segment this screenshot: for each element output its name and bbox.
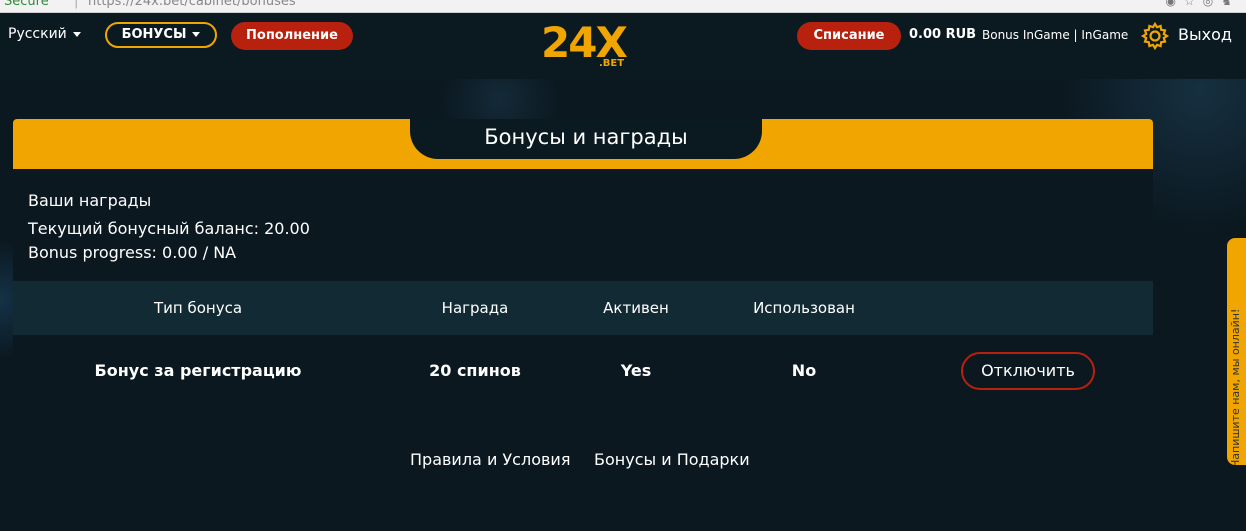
- disable-bonus-button[interactable]: Отключить: [961, 352, 1095, 390]
- gifts-link[interactable]: Бонусы и Подарки: [594, 450, 750, 469]
- column-header-type: Тип бонуса: [153, 299, 243, 317]
- cell-reward: 20 спинов: [429, 361, 521, 380]
- chevron-down-icon: [192, 32, 201, 37]
- ingame-balance-link[interactable]: Bonus InGame | InGame: [982, 28, 1128, 42]
- chat-side-tab-label: Напишите нам, мы онлайн!: [1229, 308, 1242, 465]
- url-text[interactable]: https://24x.bet/cabinet/bonuses: [88, 0, 296, 9]
- bonus-progress-text: Bonus progress: 0.00 / NA: [28, 243, 237, 262]
- logout-link[interactable]: Выход: [1178, 25, 1232, 44]
- page-title: Бонусы и награды: [484, 125, 688, 149]
- browser-address-bar: Secure | https://24x.bet/cabinet/bonuses…: [0, 0, 1246, 13]
- chat-side-tab[interactable]: Напишите нам, мы онлайн!: [1227, 238, 1246, 465]
- cell-active: Yes: [620, 361, 652, 380]
- address-separator: |: [74, 0, 79, 9]
- chevron-down-icon: [72, 31, 81, 37]
- deposit-button[interactable]: Пополнение: [231, 22, 353, 50]
- browser-extension-icons[interactable]: ◉☆◎♞: [1166, 0, 1240, 8]
- site-logo[interactable]: 24X .BET: [541, 20, 628, 72]
- bonus-balance-text: Текущий бонусный баланс: 20.00: [28, 219, 310, 238]
- terms-link[interactable]: Правила и Условия: [410, 450, 570, 469]
- column-header-used: Использован: [753, 299, 855, 317]
- balance-amount: 0.00 RUB: [909, 27, 977, 42]
- secure-label: Secure: [4, 0, 49, 9]
- gear-icon[interactable]: [1140, 21, 1170, 51]
- rewards-label: Ваши награды: [28, 191, 152, 210]
- column-header-active: Активен: [603, 299, 669, 317]
- withdraw-button[interactable]: Списание: [797, 22, 901, 50]
- column-header-reward: Награда: [441, 299, 509, 317]
- language-label: Русский: [8, 26, 67, 42]
- cell-bonus-type: Бонус за регистрацию: [94, 361, 302, 380]
- bonus-dropdown-button[interactable]: БОНУСЫ: [105, 22, 217, 48]
- logo-sub: .BET: [599, 58, 625, 69]
- cell-used: No: [791, 361, 817, 380]
- bonus-label: БОНУСЫ: [121, 27, 187, 42]
- language-selector[interactable]: Русский: [8, 26, 81, 42]
